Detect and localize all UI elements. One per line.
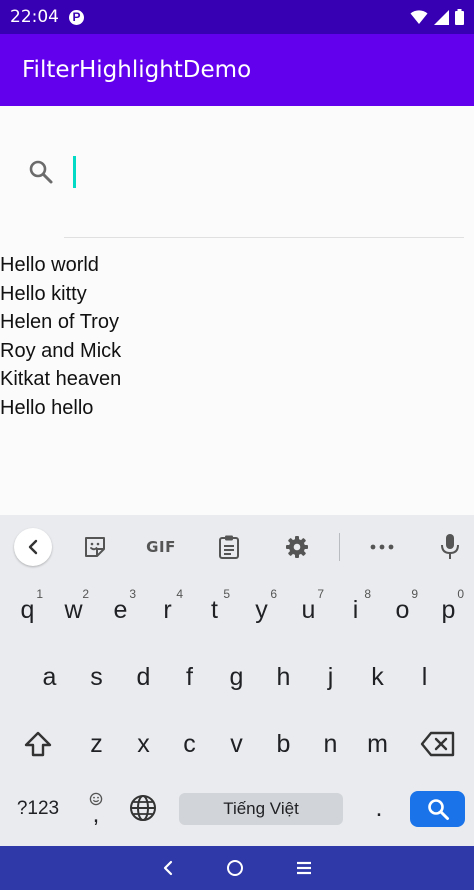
key-m[interactable]: m	[354, 723, 401, 765]
key-k[interactable]: k	[354, 656, 401, 698]
clipboard-button[interactable]	[215, 529, 243, 565]
search-action-key[interactable]	[410, 791, 465, 827]
globe-icon	[130, 795, 156, 821]
backspace-icon	[420, 731, 455, 757]
more-horizontal-icon	[370, 544, 394, 550]
sticker-button[interactable]	[80, 529, 110, 565]
list-item[interactable]: Hello hello	[0, 394, 121, 423]
toolbar-divider	[339, 533, 340, 561]
key-r[interactable]: r4	[144, 587, 191, 631]
app-screen: 22:04 P FilterHighlightDemo Hello world …	[0, 0, 474, 890]
keyboard-collapse-button[interactable]	[14, 528, 52, 566]
list-item[interactable]: Hello world	[0, 251, 121, 280]
status-bar: 22:04 P	[0, 0, 474, 34]
key-c[interactable]: c	[166, 723, 213, 765]
search-underline	[64, 237, 464, 238]
key-v[interactable]: v	[213, 723, 260, 765]
battery-icon	[455, 9, 464, 25]
key-l[interactable]: l	[401, 656, 448, 698]
comma-label: ,	[92, 801, 100, 828]
period-key[interactable]: .	[366, 787, 392, 829]
results-list: Hello world Hello kitty Helen of Troy Ro…	[0, 251, 121, 423]
key-u[interactable]: u7	[285, 587, 332, 631]
microphone-icon	[441, 534, 459, 559]
key-q[interactable]: q1	[4, 587, 51, 631]
key-a[interactable]: a	[26, 656, 73, 698]
symbols-key[interactable]: ?123	[10, 793, 66, 825]
key-j[interactable]: j	[307, 656, 354, 698]
app-bar: FilterHighlightDemo	[0, 34, 474, 106]
key-d[interactable]: d	[120, 656, 167, 698]
key-f[interactable]: f	[166, 656, 213, 698]
clipboard-icon	[219, 535, 239, 559]
key-i[interactable]: i8	[332, 587, 379, 631]
search-icon	[427, 799, 449, 820]
gif-button[interactable]: GIF	[143, 529, 179, 565]
list-item[interactable]: Roy and Mick	[0, 337, 121, 366]
key-y[interactable]: y6	[238, 587, 285, 631]
gear-icon	[286, 536, 308, 558]
list-item[interactable]: Kitkat heaven	[0, 365, 121, 394]
voice-input-button[interactable]	[437, 529, 463, 565]
app-title: FilterHighlightDemo	[22, 57, 252, 83]
more-options-button[interactable]	[367, 529, 397, 565]
status-icons	[410, 9, 464, 25]
key-h[interactable]: h	[260, 656, 307, 698]
key-n[interactable]: n	[307, 723, 354, 765]
shift-key[interactable]	[12, 723, 64, 765]
key-z[interactable]: z	[73, 723, 120, 765]
comma-emoji-key[interactable]: ,	[84, 783, 108, 833]
search-input[interactable]	[90, 150, 460, 194]
list-item[interactable]: Helen of Troy	[0, 308, 121, 337]
chevron-left-icon	[28, 539, 38, 555]
sticker-icon	[85, 537, 105, 557]
navigation-bar	[0, 846, 474, 890]
home-icon[interactable]	[226, 859, 244, 877]
keyboard-toolbar: GIF	[0, 515, 474, 579]
soft-keyboard: GIF q 1 w 2 e 3 r 4 t 5 y 6 u 7 i 8 o 9 …	[0, 515, 474, 846]
key-x[interactable]: x	[120, 723, 167, 765]
key-p[interactable]: p0	[425, 587, 472, 631]
recents-icon[interactable]	[296, 861, 312, 875]
cellular-signal-icon	[434, 9, 449, 25]
search-row	[28, 150, 54, 194]
space-key[interactable]: Tiếng Việt	[179, 793, 343, 825]
key-o[interactable]: o9	[379, 587, 426, 631]
key-g[interactable]: g	[213, 656, 260, 698]
back-icon[interactable]	[162, 860, 174, 876]
text-cursor	[73, 156, 76, 188]
shift-icon	[24, 731, 52, 757]
status-time: 22:04	[10, 7, 59, 27]
backspace-key[interactable]	[412, 723, 464, 765]
list-item[interactable]: Hello kitty	[0, 280, 121, 309]
key-s[interactable]: s	[73, 656, 120, 698]
key-b[interactable]: b	[260, 723, 307, 765]
wifi-icon	[410, 10, 428, 24]
parking-notification-icon: P	[69, 9, 84, 25]
key-w[interactable]: w2	[50, 587, 97, 631]
key-t[interactable]: t5	[191, 587, 238, 631]
gif-label: GIF	[146, 538, 176, 556]
key-e[interactable]: e3	[97, 587, 144, 631]
language-key[interactable]	[124, 787, 162, 829]
search-icon	[29, 160, 53, 184]
settings-button[interactable]	[283, 529, 311, 565]
